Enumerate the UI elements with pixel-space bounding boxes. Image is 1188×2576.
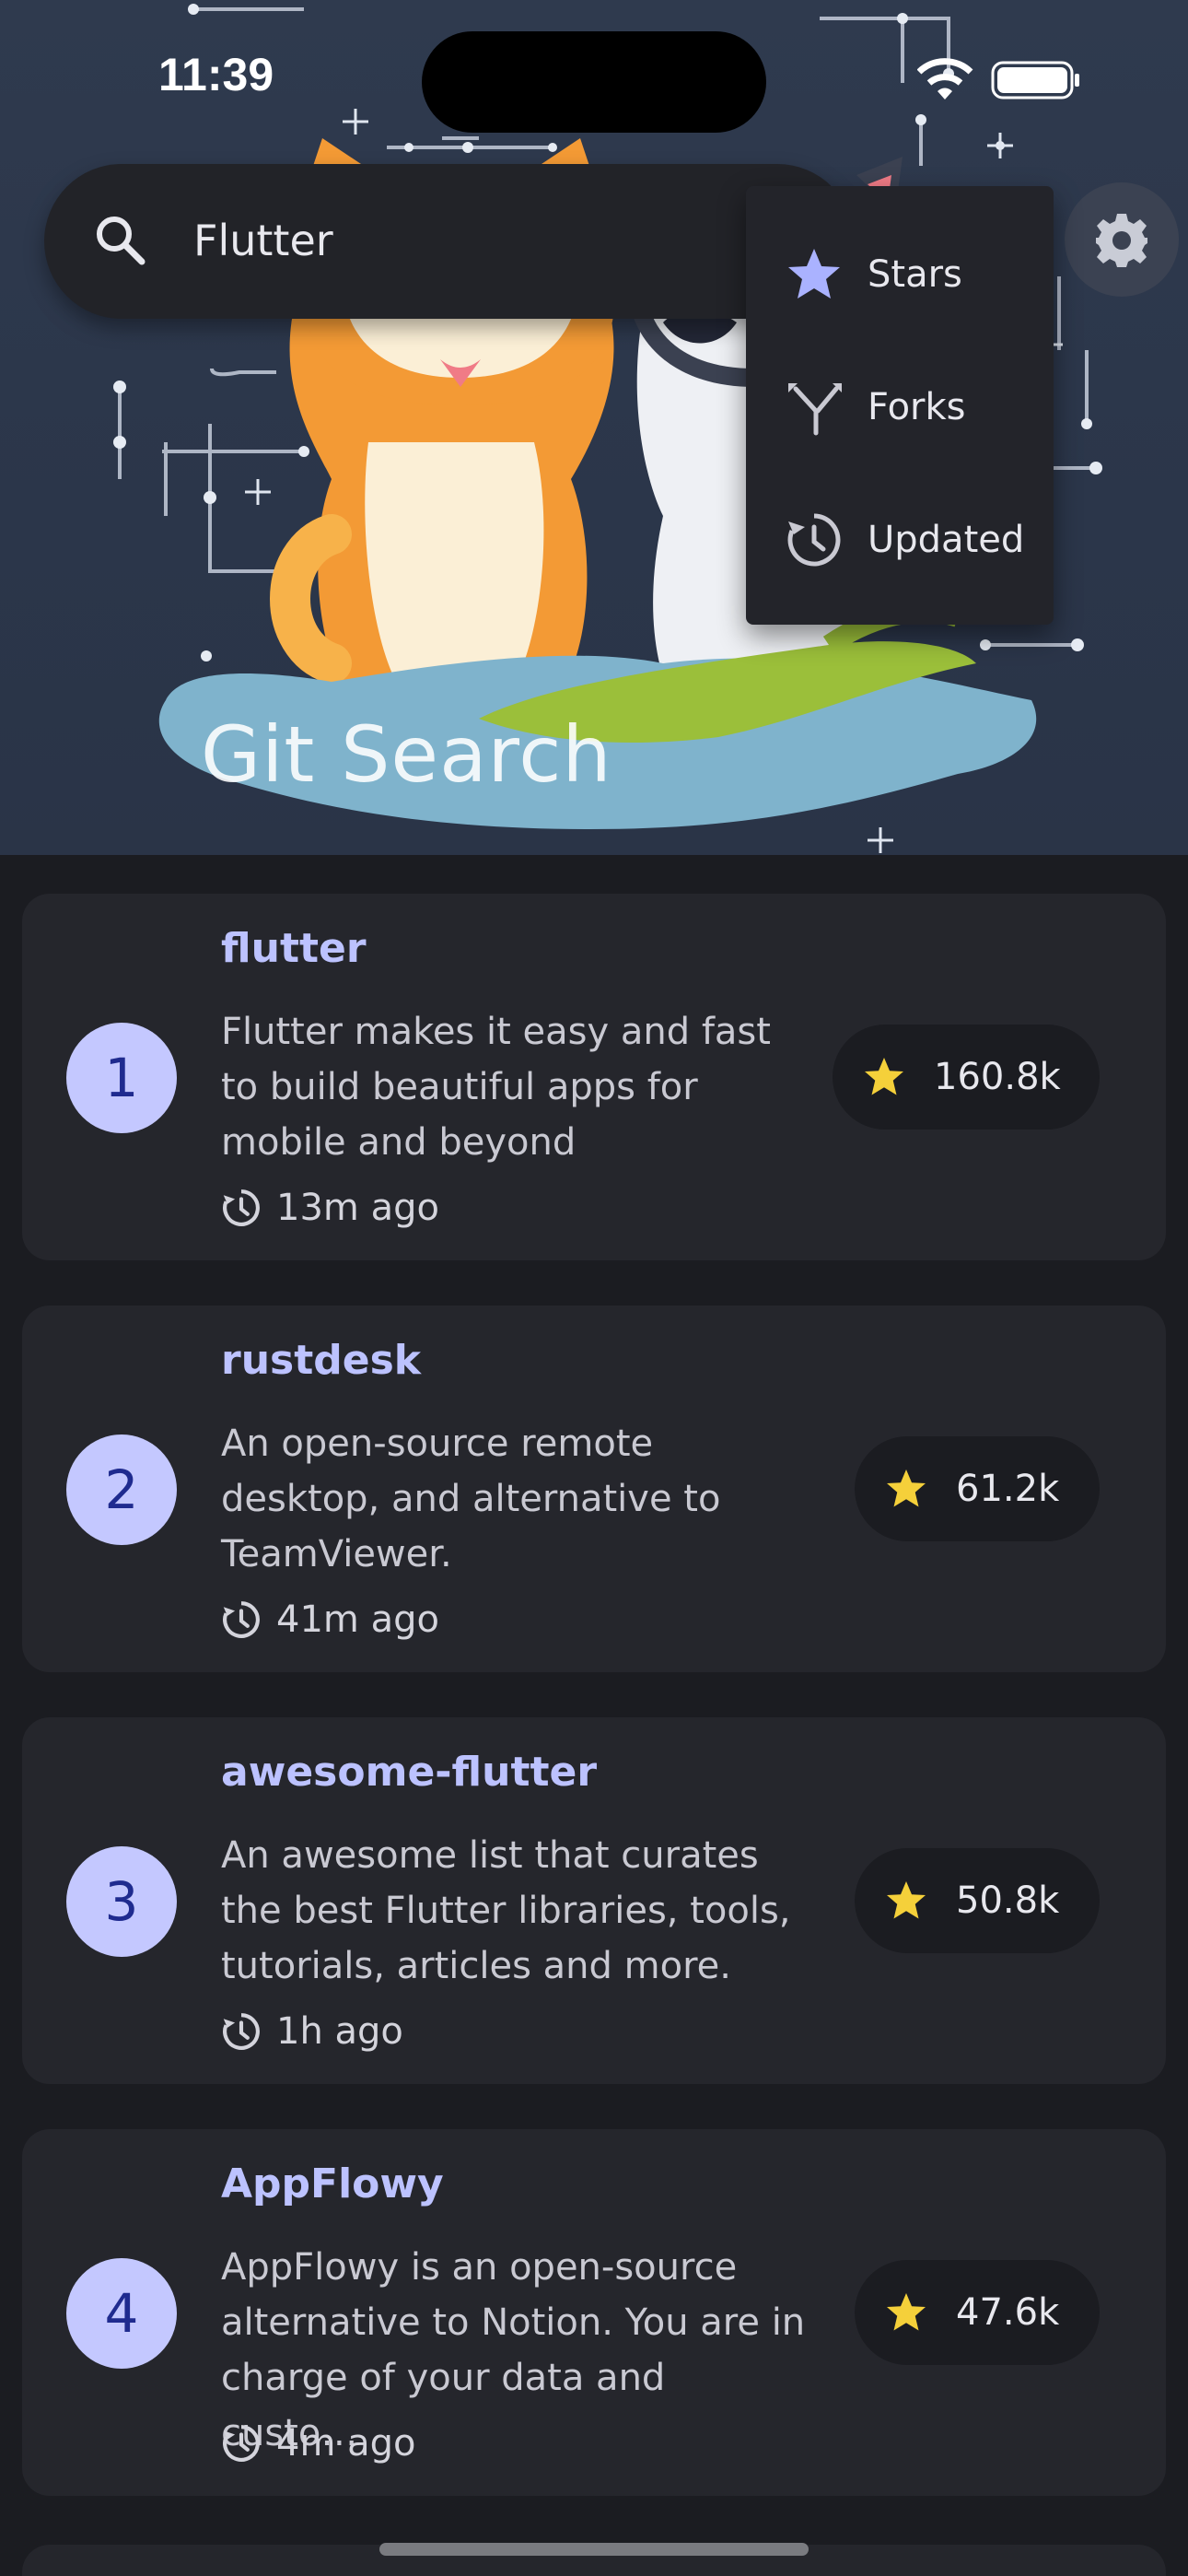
search-icon bbox=[97, 217, 146, 265]
repo-card[interactable]: 4 AppFlowy AppFlowy is an open-source al… bbox=[22, 2129, 1166, 2496]
sort-option-label: Stars bbox=[868, 253, 962, 296]
repo-card[interactable]: 3 awesome-flutter An awesome list that c… bbox=[22, 1717, 1166, 2084]
sort-option-label: Updated bbox=[868, 519, 1025, 561]
rank-badge: 2 bbox=[66, 1434, 177, 1545]
repo-name: AppFlowy bbox=[221, 2160, 444, 2207]
dynamic-island bbox=[422, 31, 766, 133]
history-icon bbox=[223, 2425, 260, 2462]
sort-menu: Stars Forks Updated bbox=[746, 186, 1054, 625]
stars-label: 61.2k bbox=[956, 1468, 1060, 1510]
repo-description: An awesome list that curates the best Fl… bbox=[221, 1834, 791, 1987]
history-icon bbox=[223, 2013, 260, 2050]
star-icon bbox=[887, 2293, 926, 2331]
stars-label: 47.6k bbox=[956, 2291, 1060, 2334]
rank-badge: 4 bbox=[66, 2258, 177, 2369]
stars-count: 47.6k bbox=[855, 2260, 1100, 2365]
updated-time: 13m ago bbox=[221, 1187, 439, 1229]
stars-count: 160.8k bbox=[833, 1025, 1100, 1130]
sort-option-forks[interactable]: Forks bbox=[746, 341, 1054, 474]
star-icon bbox=[788, 249, 840, 299]
updated-time: 1h ago bbox=[221, 2010, 403, 2053]
repo-card[interactable]: 1 flutter Flutter makes it easy and fast… bbox=[22, 894, 1166, 1260]
updated-label: 13m ago bbox=[276, 1187, 439, 1229]
app-title: Git Search bbox=[201, 709, 612, 800]
sort-option-updated[interactable]: Updated bbox=[746, 474, 1054, 606]
star-icon bbox=[865, 1058, 903, 1095]
repo-name: rustdesk bbox=[221, 1337, 422, 1384]
history-icon bbox=[223, 1189, 260, 1226]
history-icon bbox=[787, 513, 841, 567]
repo-name: flutter bbox=[221, 925, 367, 972]
wifi-icon bbox=[917, 58, 973, 100]
updated-time: 41m ago bbox=[221, 1598, 439, 1641]
updated-time: 4m ago bbox=[221, 2422, 416, 2465]
star-icon bbox=[887, 1469, 926, 1507]
battery-icon bbox=[991, 61, 1079, 100]
repo-name: awesome-flutter bbox=[221, 1749, 598, 1796]
sort-option-label: Forks bbox=[868, 386, 966, 428]
sort-option-stars[interactable]: Stars bbox=[746, 208, 1054, 341]
repo-card[interactable]: 2 rustdesk An open-source remote desktop… bbox=[22, 1306, 1166, 1672]
stars-label: 160.8k bbox=[934, 1056, 1061, 1098]
stars-count: 50.8k bbox=[855, 1848, 1100, 1953]
stars-count: 61.2k bbox=[855, 1436, 1100, 1541]
gear-icon bbox=[1096, 214, 1147, 267]
settings-button[interactable] bbox=[1065, 182, 1179, 297]
repo-description: An open-source remote desktop, and alter… bbox=[221, 1423, 721, 1575]
updated-label: 41m ago bbox=[276, 1598, 439, 1641]
stars-label: 50.8k bbox=[956, 1879, 1060, 1922]
status-time: 11:39 bbox=[158, 49, 274, 100]
history-icon bbox=[223, 1601, 260, 1638]
search-input[interactable] bbox=[193, 210, 728, 271]
status-icons bbox=[917, 58, 1079, 100]
home-indicator[interactable] bbox=[379, 2543, 809, 2556]
fork-icon bbox=[788, 383, 842, 436]
star-icon bbox=[887, 1881, 926, 1919]
rank-badge: 1 bbox=[66, 1023, 177, 1133]
repo-description: Flutter makes it easy and fast to build … bbox=[221, 1011, 771, 1164]
updated-label: 1h ago bbox=[276, 2010, 403, 2053]
rank-badge: 3 bbox=[66, 1846, 177, 1957]
updated-label: 4m ago bbox=[276, 2422, 416, 2465]
